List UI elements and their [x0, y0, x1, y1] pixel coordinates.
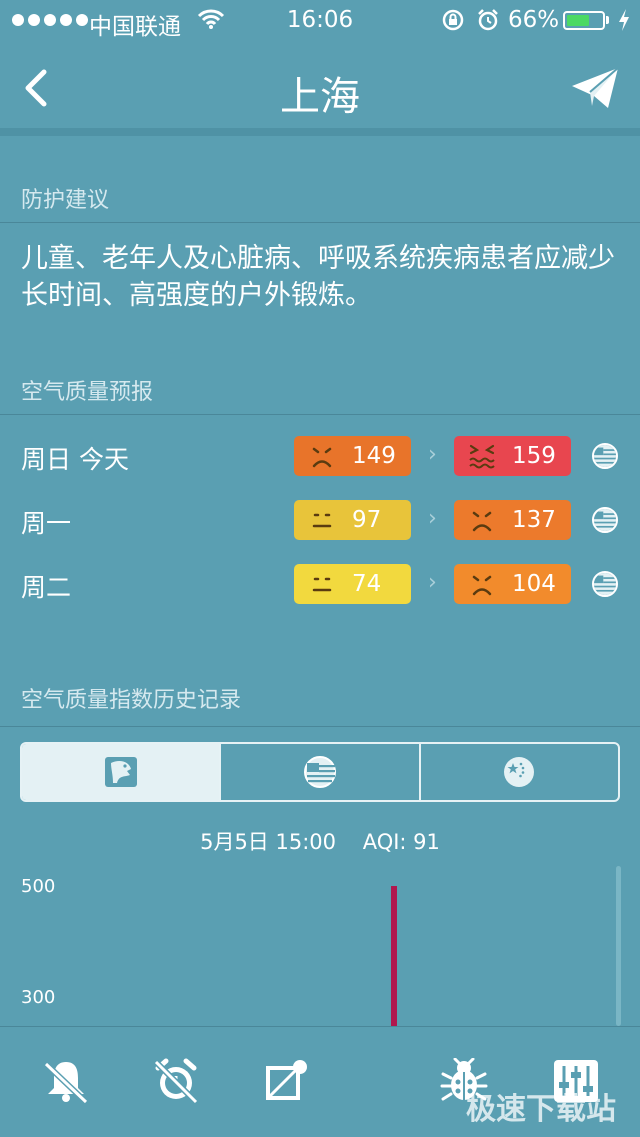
aqi-low-badge[interactable]: 149: [294, 436, 411, 476]
aqi-low-badge[interactable]: 74: [294, 564, 411, 604]
charging-bolt-icon: [619, 9, 629, 31]
divider: [0, 414, 640, 415]
us-flag-icon[interactable]: [592, 443, 618, 469]
eagle-icon: [104, 757, 137, 787]
y-tick-300: 300: [21, 987, 56, 1008]
readout-time: 5月5日 15:00: [200, 830, 336, 854]
forecast-day: 周一: [21, 509, 72, 538]
frown-face-icon: [472, 575, 492, 596]
rotation-lock-icon: [442, 9, 464, 31]
battery-level-fill: [567, 15, 589, 26]
forecast-day: 周二: [21, 573, 72, 602]
neutral-face-icon: [312, 577, 332, 592]
divider: [0, 726, 640, 727]
source-segmented-control[interactable]: [20, 742, 620, 802]
us-flag-icon[interactable]: [592, 571, 618, 597]
chevron-right-icon: ›: [428, 570, 437, 595]
frown-face-icon: [312, 447, 332, 468]
china-flag-icon: [504, 757, 535, 787]
history-section-title: 空气质量指数历史记录: [21, 688, 242, 713]
history-bar-cursor[interactable]: [391, 886, 397, 1026]
us-flag-icon: [303, 756, 336, 788]
us-flag-icon[interactable]: [592, 507, 618, 533]
aqi-low-value: 97: [352, 507, 382, 533]
advice-section-title: 防护建议: [21, 188, 110, 213]
bell-off-icon[interactable]: [42, 1058, 90, 1104]
chart-scrollbar[interactable]: [616, 866, 621, 1026]
forecast-day: 周日 今天: [21, 445, 129, 474]
aqi-high-badge[interactable]: 137: [454, 500, 571, 540]
notification-off-icon[interactable]: [262, 1058, 310, 1104]
advice-text: 儿童、老年人及心脏病、呼吸系统疾病患者应减少长时间、高强度的户外锻炼。: [21, 243, 615, 311]
divider: [0, 222, 640, 223]
status-bar: 中国联通 16:06 66%: [0, 0, 640, 40]
grimace-face-icon: [469, 444, 495, 469]
y-tick-500: 500: [21, 876, 56, 897]
aqi-high-badge[interactable]: 159: [454, 436, 571, 476]
battery-nub: [606, 16, 609, 24]
aqi-low-value: 149: [352, 443, 396, 469]
alarm-icon: [478, 9, 498, 31]
aqi-low-badge[interactable]: 97: [294, 500, 411, 540]
aqi-high-value: 137: [512, 507, 556, 533]
tab-us-standard[interactable]: [219, 744, 418, 800]
alarm-off-icon[interactable]: [152, 1058, 200, 1104]
readout-aqi: AQI: 91: [362, 830, 440, 854]
paper-plane-icon[interactable]: [570, 64, 620, 112]
aqi-high-value: 104: [512, 571, 556, 597]
tab-china-standard[interactable]: [418, 744, 618, 800]
nav-divider: [0, 128, 640, 136]
tab-eagle[interactable]: [22, 744, 220, 800]
aqi-low-value: 74: [352, 571, 382, 597]
watermark: 极速下载站: [466, 1092, 616, 1127]
page-title: 上海: [280, 74, 360, 120]
frown-face-icon: [472, 511, 492, 532]
battery-percent: 66%: [508, 7, 560, 33]
neutral-face-icon: [312, 513, 332, 528]
aqi-high-badge[interactable]: 104: [454, 564, 571, 604]
chart-readout: 5月5日 15:00 AQI: 91: [0, 826, 640, 856]
battery-icon: [563, 11, 605, 30]
chevron-right-icon: ›: [428, 442, 437, 467]
chevron-right-icon: ›: [428, 506, 437, 531]
aqi-high-value: 159: [512, 443, 556, 469]
forecast-section-title: 空气质量预报: [21, 380, 154, 405]
